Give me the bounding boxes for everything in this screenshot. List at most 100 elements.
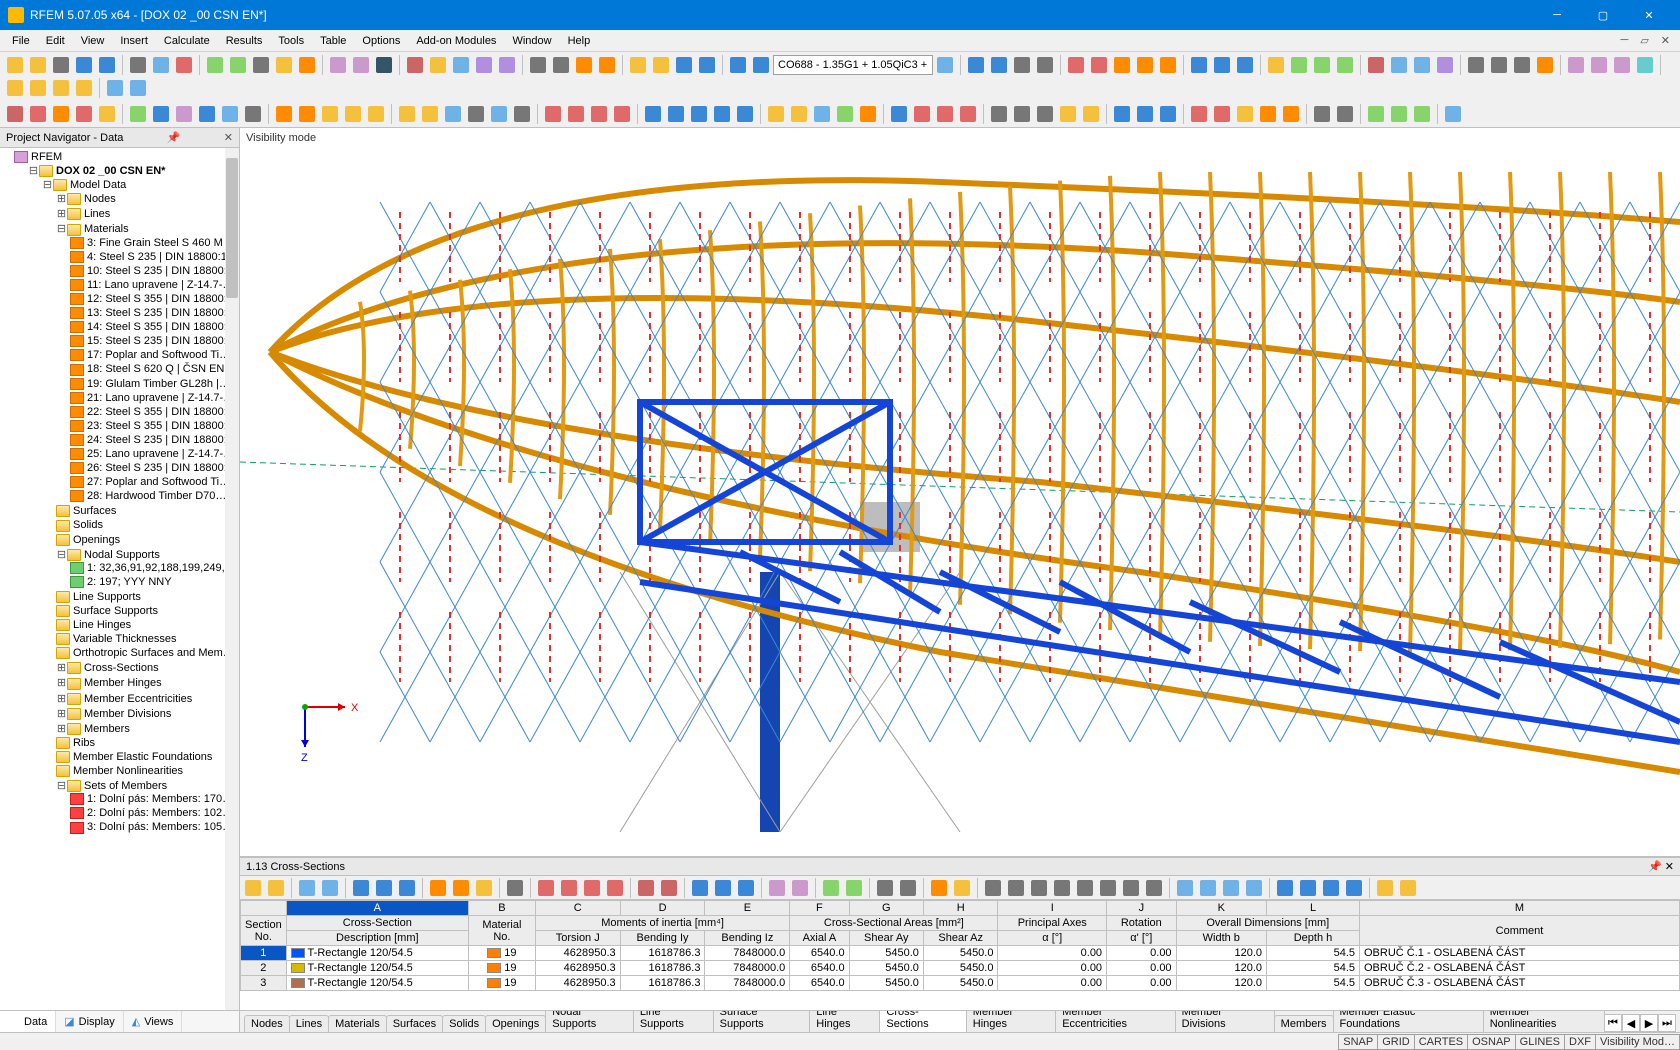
status-vismode[interactable]: Visibility Mod… — [1595, 1034, 1680, 1050]
toolbar2-btn-62[interactable] — [1280, 103, 1302, 125]
status-osnap[interactable]: OSNAP — [1467, 1034, 1516, 1050]
toolbar2-btn-49[interactable] — [1011, 103, 1033, 125]
toolbar2-btn-19[interactable] — [396, 103, 418, 125]
tabletool-btn-22[interactable] — [658, 877, 680, 899]
menu-results[interactable]: Results — [218, 33, 271, 49]
table-row[interactable]: 1 T-Rectangle 120/54.5 194628950.3161878… — [241, 946, 1680, 961]
toolbar1-btn-20[interactable] — [404, 54, 426, 76]
tabletool-btn-41[interactable] — [1005, 877, 1027, 899]
toolbar1b-btn-20[interactable] — [1334, 54, 1356, 76]
toolbar2-btn-9[interactable] — [196, 103, 218, 125]
col-principal[interactable]: Principal Axes — [998, 916, 1107, 931]
toolbar1-btn-11[interactable] — [227, 54, 249, 76]
toolbar1-btn-16[interactable] — [327, 54, 349, 76]
toolbar1b-btn-42[interactable] — [104, 77, 126, 99]
bottom-tab[interactable]: Member Nonlinearities — [1483, 1010, 1605, 1032]
toolbar2-btn-61[interactable] — [1257, 103, 1279, 125]
toolbar2-btn-50[interactable] — [1034, 103, 1056, 125]
status-dxf[interactable]: DXF — [1564, 1034, 1596, 1050]
toolbar2-btn-23[interactable] — [488, 103, 510, 125]
toolbar1b-btn-8[interactable] — [1088, 54, 1110, 76]
tree-sets[interactable]: Sets of Members — [84, 780, 167, 792]
toolbar1-btn-28[interactable] — [573, 54, 595, 76]
tabletool-btn-7[interactable] — [373, 877, 395, 899]
toolbar1b-btn-32[interactable] — [1565, 54, 1587, 76]
set-item[interactable]: 1: Dolní pás: Members: 170… — [87, 793, 233, 805]
toolbar2-btn-38[interactable] — [788, 103, 810, 125]
toolbar1b-btn-9[interactable] — [1111, 54, 1133, 76]
tabletool-btn-12[interactable] — [473, 877, 495, 899]
material-item[interactable]: 18: Steel S 620 Q | ČSN EN 1… — [87, 363, 239, 375]
toolbar1b-btn-13[interactable] — [1188, 54, 1210, 76]
toolbar2-btn-60[interactable] — [1234, 103, 1256, 125]
toolbar1-btn-29[interactable] — [596, 54, 618, 76]
toolbar1b-btn-14[interactable] — [1211, 54, 1233, 76]
material-item[interactable]: 4: Steel S 235 | DIN 18800:19… — [87, 251, 239, 263]
loadcase-combo[interactable] — [773, 55, 933, 75]
tabletool-btn-35[interactable] — [897, 877, 919, 899]
toolbar2-btn-11[interactable] — [242, 103, 264, 125]
tree-ribs[interactable]: Ribs — [73, 737, 95, 749]
toolbar2-btn-37[interactable] — [765, 103, 787, 125]
toolbar2-btn-64[interactable] — [1311, 103, 1333, 125]
tabletool-btn-25[interactable] — [712, 877, 734, 899]
material-item[interactable]: 10: Steel S 235 | DIN 18800:1… — [87, 265, 239, 277]
toolbar1-btn-0[interactable] — [4, 54, 26, 76]
toolbar2-btn-44[interactable] — [911, 103, 933, 125]
table-pin-icon[interactable]: 📌 ✕ — [1648, 860, 1674, 873]
toolbar1b-btn-28[interactable] — [1488, 54, 1510, 76]
toolbar2-btn-31[interactable] — [642, 103, 664, 125]
tabletool-btn-34[interactable] — [874, 877, 896, 899]
bottom-tab[interactable]: Member Divisions — [1175, 1010, 1275, 1032]
toolbar2-btn-6[interactable] — [127, 103, 149, 125]
minimize-button[interactable]: ─ — [1534, 0, 1580, 30]
table-row[interactable]: 2 T-Rectangle 120/54.5 194628950.3161878… — [241, 961, 1680, 976]
tab-nav-button[interactable]: ◀ — [1622, 1014, 1640, 1032]
col-cross-section[interactable]: Cross-Section — [286, 916, 468, 931]
tree-nodal-supports[interactable]: Nodal Supports — [84, 549, 160, 561]
toolbar1-btn-23[interactable] — [473, 54, 495, 76]
tree-scrollbar[interactable] — [225, 148, 239, 1010]
material-item[interactable]: 17: Poplar and Softwood Ti… — [87, 349, 230, 361]
tabletool-btn-4[interactable] — [319, 877, 341, 899]
toolbar1b-btn-24[interactable] — [1411, 54, 1433, 76]
toolbar1-btn-33[interactable] — [673, 54, 695, 76]
tabletool-btn-6[interactable] — [350, 877, 372, 899]
toolbar2-btn-33[interactable] — [688, 103, 710, 125]
bottom-tab[interactable]: Nodal Supports — [545, 1010, 634, 1032]
toolbar2-btn-2[interactable] — [50, 103, 72, 125]
toolbar2-btn-40[interactable] — [834, 103, 856, 125]
tabletool-btn-0[interactable] — [242, 877, 264, 899]
menu-options[interactable]: Options — [354, 33, 408, 49]
toolbar2-btn-7[interactable] — [150, 103, 172, 125]
bottom-tab[interactable]: Surface Supports — [713, 1010, 811, 1032]
tree-mef[interactable]: Member Elastic Foundations — [73, 751, 212, 763]
tabletool-btn-43[interactable] — [1051, 877, 1073, 899]
toolbar1b-btn-19[interactable] — [1311, 54, 1333, 76]
tree-project[interactable]: DOX 02 _00 CSN EN* — [56, 165, 165, 177]
menu-view[interactable]: View — [73, 33, 113, 49]
table-grid[interactable]: A B C D E F G H I J K L M — [240, 900, 1680, 1010]
toolbar2-btn-65[interactable] — [1334, 103, 1356, 125]
footer-tab-views[interactable]: ◭Views — [124, 1011, 183, 1032]
tabletool-btn-32[interactable] — [843, 877, 865, 899]
toolbar2-btn-55[interactable] — [1134, 103, 1156, 125]
tabletool-btn-60[interactable] — [1397, 877, 1419, 899]
toolbar1-btn-8[interactable] — [173, 54, 195, 76]
toolbar1b-btn-37[interactable] — [4, 77, 26, 99]
tabletool-btn-10[interactable] — [427, 877, 449, 899]
toolbar1-btn-18[interactable] — [373, 54, 395, 76]
tree-root[interactable]: RFEM — [31, 151, 62, 163]
toolbar1b-btn-25[interactable] — [1434, 54, 1456, 76]
toolbar2-btn-14[interactable] — [296, 103, 318, 125]
tree-mnl[interactable]: Member Nonlinearities — [73, 765, 183, 777]
tree-mhinges[interactable]: Member Hinges — [84, 677, 162, 689]
toolbar2-btn-27[interactable] — [565, 103, 587, 125]
tabletool-btn-51[interactable] — [1220, 877, 1242, 899]
toolbar1-btn-14[interactable] — [296, 54, 318, 76]
bottom-tab[interactable]: Members — [1274, 1015, 1334, 1032]
toolbar2-btn-48[interactable] — [988, 103, 1010, 125]
tabletool-btn-57[interactable] — [1343, 877, 1365, 899]
set-item[interactable]: 3: Dolní pás: Members: 105… — [87, 821, 233, 833]
bottom-tab[interactable]: Member Hinges — [966, 1010, 1056, 1032]
